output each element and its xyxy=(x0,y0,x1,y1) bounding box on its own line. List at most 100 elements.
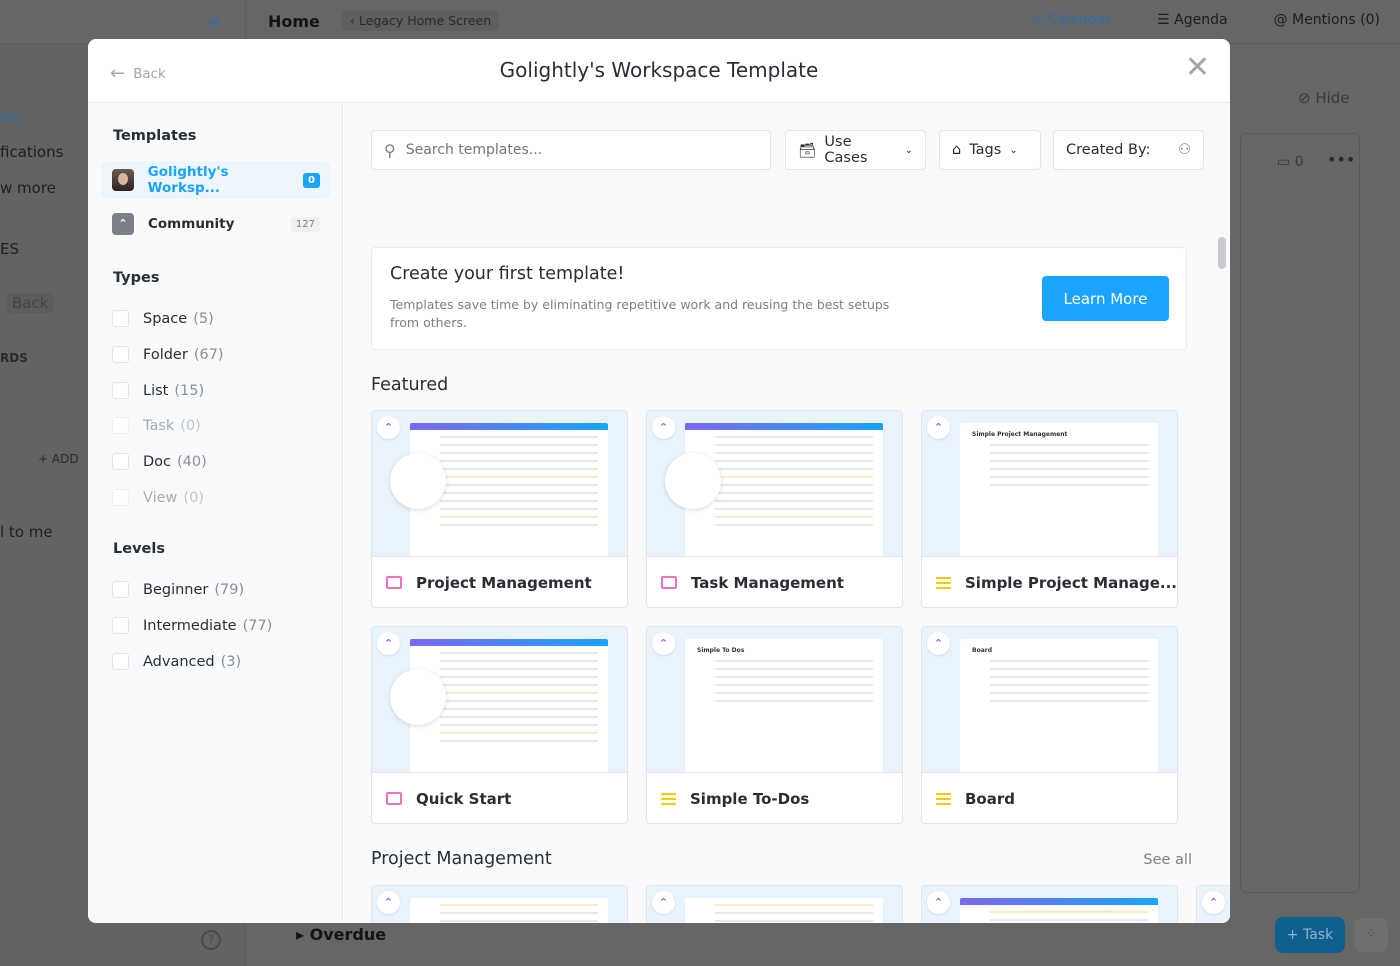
template-name: Simple Project Manage... xyxy=(965,573,1177,592)
template-thumbnail: ⌃ xyxy=(372,411,627,557)
template-card[interactable]: ⌃ xyxy=(371,885,628,923)
template-card[interactable]: ⌃ xyxy=(646,885,903,923)
template-preview: Board xyxy=(960,639,1158,772)
clickup-logo-icon: ⌃ xyxy=(652,632,675,655)
created-by-filter[interactable]: Created By: ⚇ xyxy=(1053,130,1204,170)
checkbox[interactable] xyxy=(112,617,129,634)
template-card-title: Simple To-Dos xyxy=(647,773,902,823)
level-filter-intermediate[interactable]: Intermediate (77) xyxy=(112,617,272,634)
template-card-title: Simple Project Manage... xyxy=(922,557,1177,607)
nav-mentions[interactable]: @ Mentions (0) xyxy=(1274,12,1380,28)
nav-agenda[interactable]: ☰ Agenda xyxy=(1157,12,1227,28)
filter-count: (67) xyxy=(193,346,224,363)
tags-dropdown[interactable]: ⌂ Tags ⌄ xyxy=(939,130,1041,170)
source-community[interactable]: ⌃ Community 127 xyxy=(101,205,330,243)
sidebar-item: ES xyxy=(0,240,19,258)
clickup-logo-icon: ⌃ xyxy=(377,891,400,914)
learn-more-button[interactable]: Learn More xyxy=(1042,276,1169,321)
filter-count: (77) xyxy=(242,617,273,634)
type-filter-space[interactable]: Space (5) xyxy=(112,310,214,327)
more-icon[interactable]: ••• xyxy=(1327,150,1355,169)
checkbox[interactable] xyxy=(112,581,129,598)
apps-icon[interactable]: ⁘ xyxy=(1354,918,1388,952)
modal-header: ← Back Golightly's Workspace Template ✕ xyxy=(88,39,1230,103)
preview-title: Board xyxy=(972,647,992,654)
preview-title: Simple Project Management xyxy=(972,431,1068,438)
filter-label: Task xyxy=(143,417,175,434)
checkbox[interactable] xyxy=(112,417,129,434)
template-card-title: Quick Start xyxy=(372,773,627,823)
sidebar-back[interactable]: Back xyxy=(6,293,55,313)
template-card[interactable]: ⌃ Project Management xyxy=(371,410,628,608)
filter-label: Space xyxy=(143,310,188,327)
sidebar-item[interactable]: fications xyxy=(0,143,63,161)
list-icon xyxy=(936,792,951,805)
checkbox[interactable] xyxy=(112,310,129,327)
checkbox[interactable] xyxy=(112,382,129,399)
featured-heading: Featured xyxy=(371,375,449,395)
briefcase-icon: 🗃︎ xyxy=(798,142,817,159)
sidebar-item[interactable]: w more xyxy=(0,179,56,197)
chevron-down-icon: ⌄ xyxy=(904,144,913,156)
collapse-sidebar-icon[interactable]: « xyxy=(208,10,221,35)
template-preview xyxy=(410,898,608,923)
overdue-group[interactable]: ▸ Overdue xyxy=(296,925,386,944)
user-icon: ⚇ xyxy=(1178,142,1191,158)
filter-label: Tags xyxy=(969,142,1002,158)
type-filter-view[interactable]: View (0) xyxy=(112,489,204,506)
sidebar-item[interactable]: ne xyxy=(0,108,19,126)
filter-label: Doc xyxy=(143,453,172,470)
checkbox[interactable] xyxy=(112,346,129,363)
scrollbar[interactable] xyxy=(1218,237,1226,269)
template-preview: Simple To Dos xyxy=(685,639,883,772)
close-icon[interactable]: ✕ xyxy=(1185,53,1210,83)
clickup-logo-icon: ⌃ xyxy=(377,416,400,439)
type-filter-task[interactable]: Task (0) xyxy=(112,417,201,434)
source-workspace[interactable]: Golightly's Worksp... 0 xyxy=(101,161,330,199)
checkbox[interactable] xyxy=(112,653,129,670)
template-card[interactable]: ⌃ Task Management xyxy=(646,410,903,608)
modal-content: ⚲ 🗃︎ Use Cases ⌄ ⌂ Tags ⌄ Created By: ⚇ Creat… xyxy=(344,103,1230,923)
search-box[interactable]: ⚲ xyxy=(371,130,771,170)
template-card[interactable]: ⌃ Quick Start xyxy=(371,626,628,824)
clickup-logo-icon: ⌃ xyxy=(927,632,950,655)
hide-button[interactable]: ⊘ Hide xyxy=(1298,89,1350,107)
add-task-button[interactable]: + Task xyxy=(1275,917,1345,953)
nav-calendar-label: Calendar xyxy=(1048,12,1112,28)
nav-calendar[interactable]: ▭ Calendar xyxy=(1031,12,1112,28)
legacy-home-link[interactable]: ‹ Legacy Home Screen xyxy=(342,10,500,31)
level-filter-advanced[interactable]: Advanced (3) xyxy=(112,653,241,670)
template-thumbnail: ⌃ xyxy=(647,411,902,557)
sidebar-add[interactable]: + ADD xyxy=(38,452,79,466)
search-input[interactable] xyxy=(405,142,746,158)
clickup-logo-icon: ⌃ xyxy=(652,416,675,439)
template-card[interactable]: ⌃ xyxy=(921,885,1178,923)
filter-count: (5) xyxy=(193,310,214,327)
template-card[interactable]: Simple To Dos ⌃ Simple To-Dos xyxy=(646,626,903,824)
template-card-title: Board xyxy=(922,773,1177,823)
filter-label: Created By: xyxy=(1066,142,1151,158)
levels-heading: Levels xyxy=(113,541,165,557)
types-heading: Types xyxy=(113,270,160,286)
template-card[interactable]: ⌃ xyxy=(1196,885,1230,923)
template-thumbnail: Simple Project Management ⌃ xyxy=(922,411,1177,557)
level-filter-beginner[interactable]: Beginner (79) xyxy=(112,581,244,598)
template-card[interactable]: Simple Project Management ⌃ Simple Project… xyxy=(921,410,1178,608)
see-all-link[interactable]: See all xyxy=(1143,852,1192,868)
type-filter-doc[interactable]: Doc (40) xyxy=(112,453,207,470)
use-cases-dropdown[interactable]: 🗃︎ Use Cases ⌄ xyxy=(785,130,926,170)
checkbox[interactable] xyxy=(112,489,129,506)
preview-zoom-circle xyxy=(390,453,446,509)
clickup-logo-icon: ⌃ xyxy=(377,632,400,655)
type-filter-folder[interactable]: Folder (67) xyxy=(112,346,224,363)
type-filter-list[interactable]: List (15) xyxy=(112,382,204,399)
filter-count: (15) xyxy=(174,382,205,399)
filter-count: (3) xyxy=(220,653,242,670)
template-preview xyxy=(960,898,1158,923)
sidebar-item[interactable]: l to me xyxy=(0,523,53,541)
modal-sidebar: Templates Golightly's Worksp... 0 ⌃ Comm… xyxy=(88,103,343,923)
help-icon[interactable]: ? xyxy=(201,930,221,950)
checkbox[interactable] xyxy=(112,453,129,470)
template-card[interactable]: Board ⌃ Board xyxy=(921,626,1178,824)
tag-icon: ⌂ xyxy=(952,142,962,158)
